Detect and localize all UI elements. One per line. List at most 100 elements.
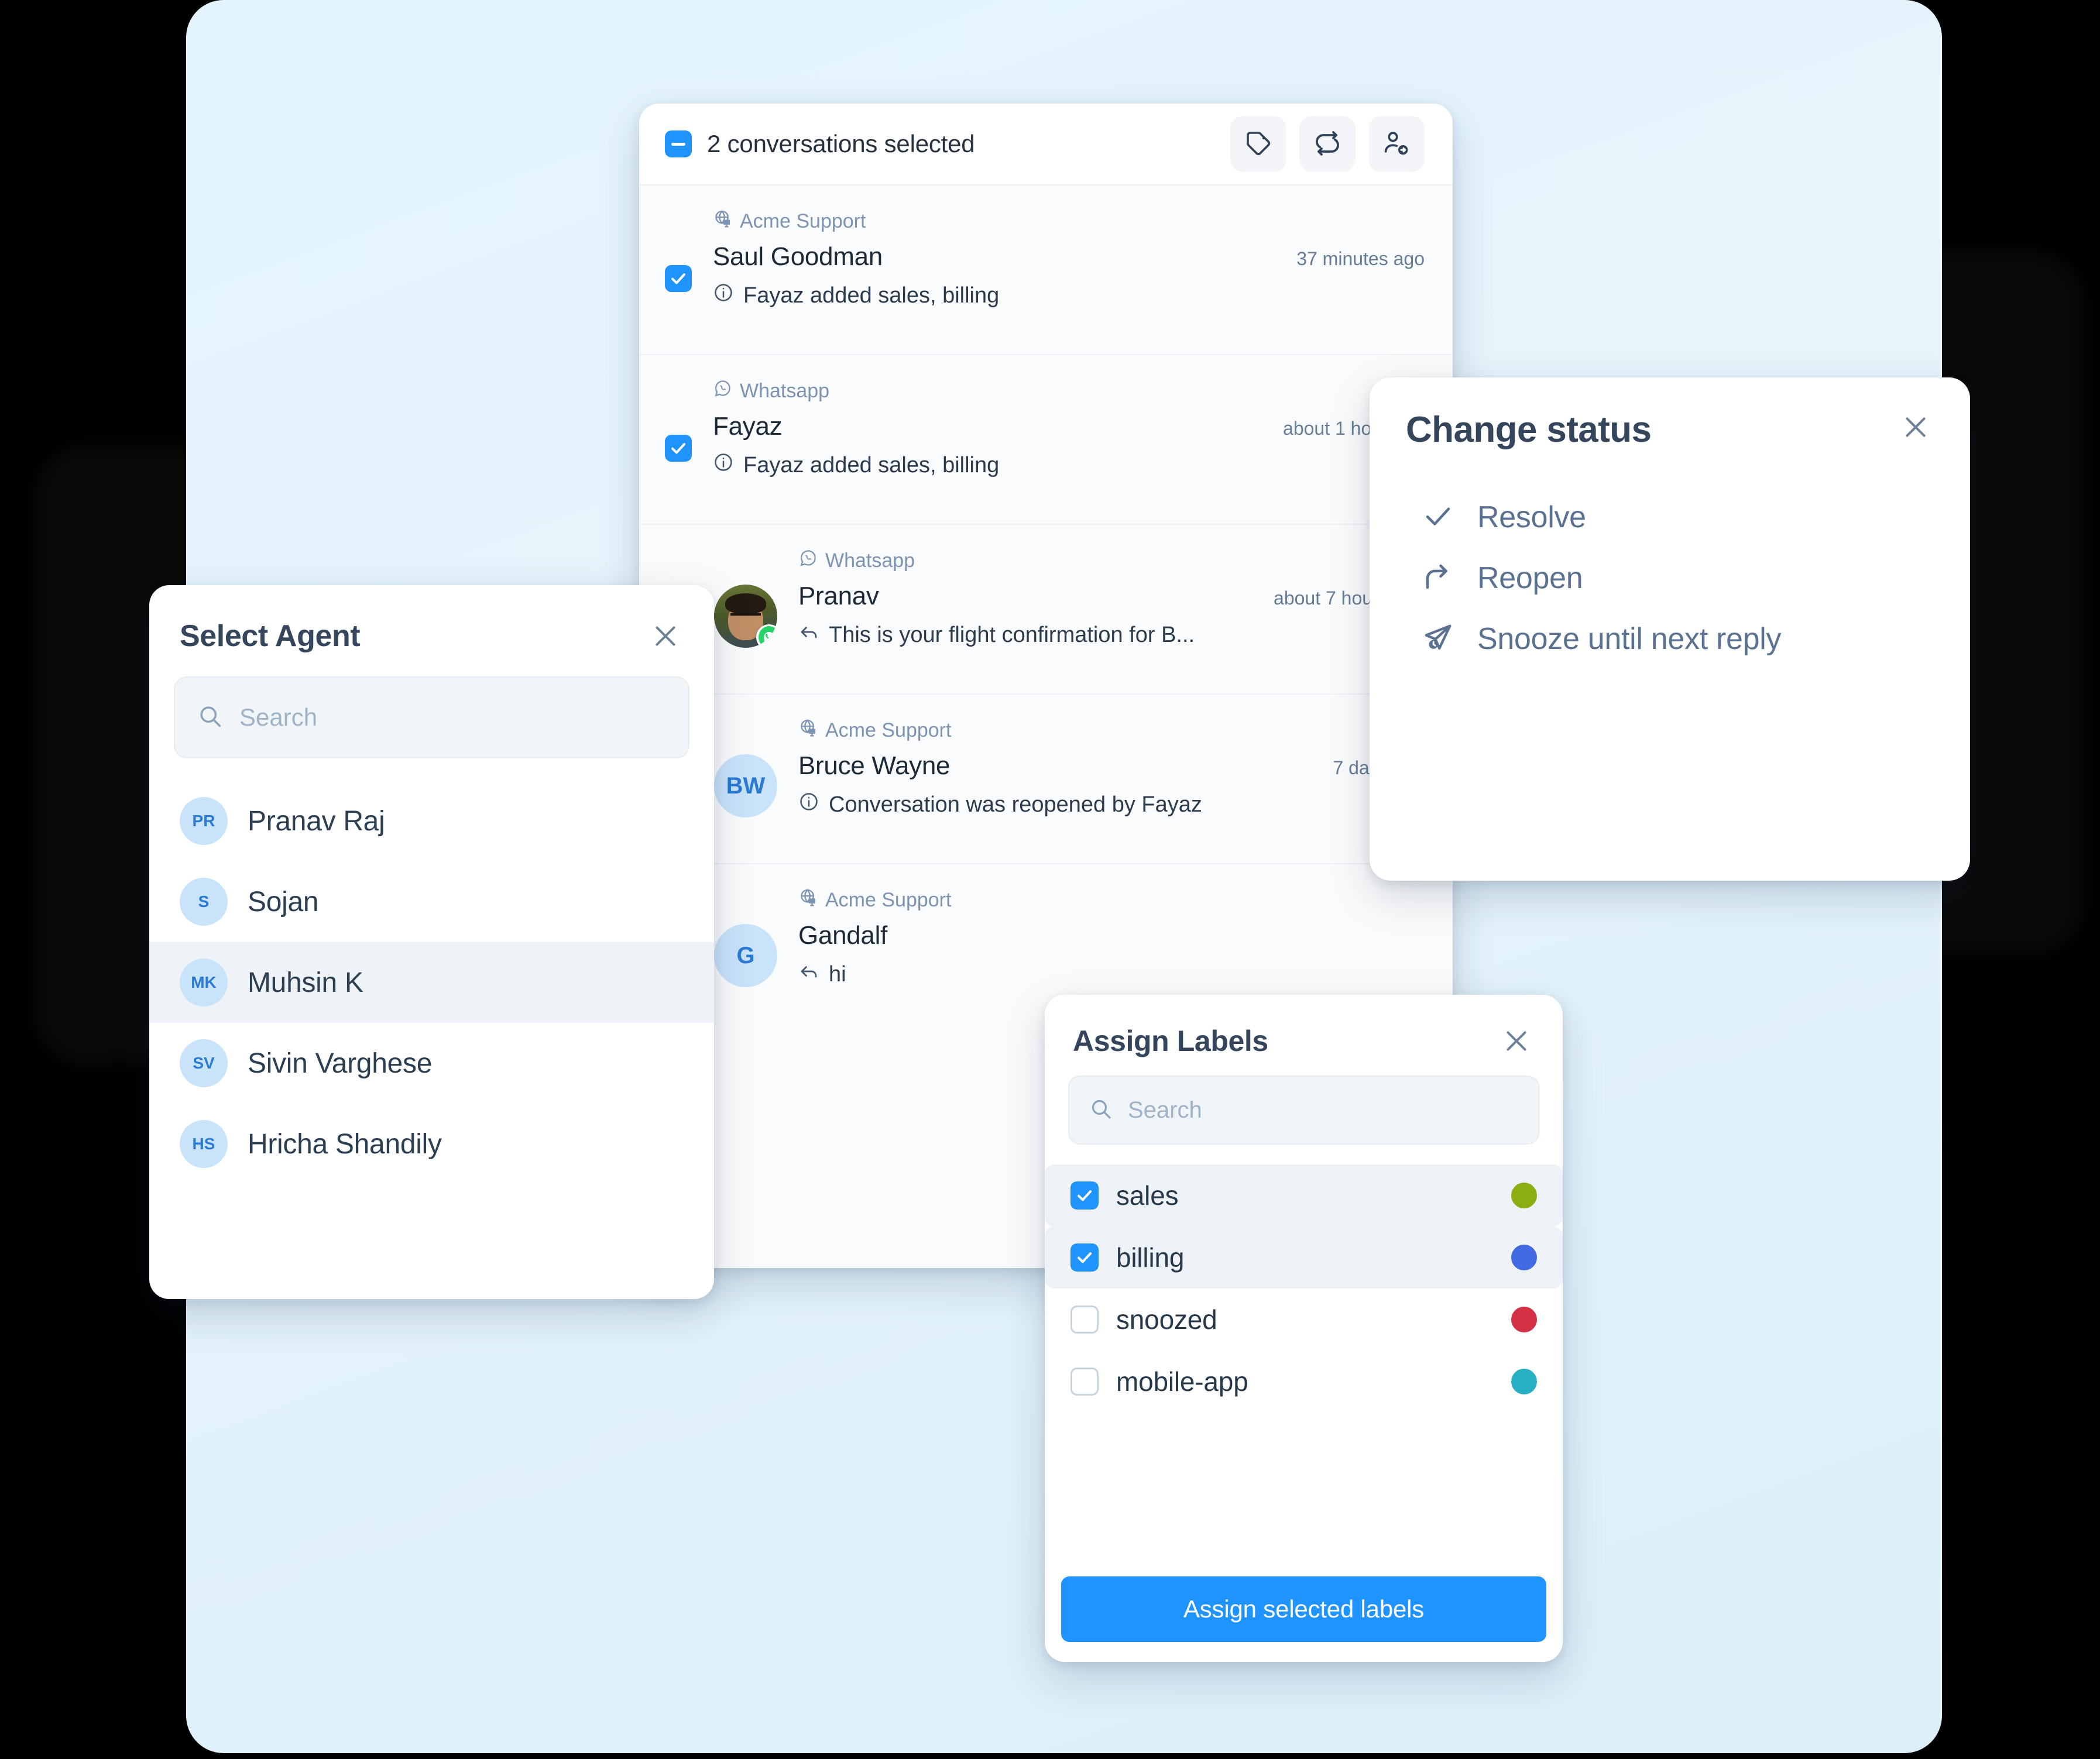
label-search-box[interactable] [1068,1076,1539,1145]
conversation-row[interactable]: Whatsapp Pranav about 7 hours ago This i… [639,525,1453,695]
label-checkbox[interactable] [1070,1305,1099,1334]
agent-list-item[interactable]: SV Sivin Varghese [149,1023,714,1104]
conversation-titleline: Fayaz about 1 hour ago [713,412,1425,441]
search-icon [1089,1097,1113,1124]
agent-list-item[interactable]: MK Muhsin K [149,942,714,1023]
preview-text: Conversation was reopened by Fayaz [829,792,1202,817]
agent-search-input[interactable] [239,703,666,731]
status-option-snooze[interactable]: Snooze until next reply [1406,609,1934,669]
label-list-item[interactable]: mobile-app [1045,1351,1563,1413]
agent-name: Sojan [248,886,319,918]
close-icon [1502,1031,1531,1057]
avatar: MK [180,958,228,1006]
avatar: S [180,878,228,926]
indeterminate-dash-icon [671,142,685,146]
label-name: snoozed [1116,1304,1217,1335]
panel-title: Select Agent [180,619,361,653]
label-list: sales billing snoozed mobile-app [1045,1164,1563,1413]
status-option-label: Reopen [1477,561,1583,595]
label-list-item[interactable]: snoozed [1045,1289,1563,1351]
conversation-preview: This is your flight confirmation for B..… [798,621,1425,648]
conversation-inbox: Whatsapp [798,548,1425,573]
contact-name: Gandalf [798,921,888,950]
status-option-resolve[interactable]: Resolve [1406,487,1934,548]
conversation-content: Acme Support Bruce Wayne 7 days ago Conv… [798,718,1425,840]
snooze-send-icon [1422,622,1454,657]
avatar-initials: BW [726,772,766,799]
close-button[interactable] [1498,1023,1535,1059]
agent-search-box[interactable] [174,676,689,758]
close-button[interactable] [1897,409,1934,445]
inbox-name: Acme Support [825,889,952,911]
preview-text: hi [829,961,846,987]
conversation-timestamp: 37 minutes ago [1296,248,1425,269]
preview-text: Fayaz added sales, billing [743,452,1000,477]
avatar-initials: G [736,942,755,968]
inbox-name: Acme Support [740,210,866,232]
label-checkbox[interactable] [1070,1368,1099,1396]
close-icon [651,626,680,652]
info-icon [713,452,734,479]
label-color-dot [1511,1183,1537,1208]
status-option-label: Snooze until next reply [1477,622,1782,656]
conversation-checkbox[interactable] [665,435,692,462]
info-icon [798,791,819,818]
reopen-icon [1313,129,1341,159]
agent-name: Muhsin K [248,967,363,998]
label-search-input[interactable] [1128,1097,1518,1124]
conversation-preview: Fayaz added sales, billing [713,452,1425,479]
label-list-item[interactable]: billing [1045,1227,1563,1289]
avatar: BW [714,754,777,817]
whatsapp-icon [713,379,733,404]
conversation-content: Whatsapp Fayaz about 1 hour ago Fayaz ad… [713,379,1425,500]
whatsapp-icon [798,548,818,573]
agent-list-item[interactable]: PR Pranav Raj [149,781,714,861]
avatar: PR [180,797,228,845]
conversation-inbox: Acme Support [713,209,1425,234]
assign-labels-button[interactable] [1230,116,1286,172]
dialog-title: Change status [1406,410,1652,450]
label-checkbox[interactable] [1070,1243,1099,1272]
conversation-preview: Conversation was reopened by Fayaz [798,791,1425,818]
conversation-row[interactable]: BW Acme Support Bruce Wayne 7 days Conve… [639,695,1453,864]
status-option-reopen[interactable]: Reopen [1406,548,1934,609]
check-icon [1422,500,1454,535]
conversation-row[interactable]: Whatsapp Fayaz about 1 hour ago Fayaz ad… [639,355,1453,525]
close-icon [1901,417,1930,444]
conversation-row[interactable]: Acme Support Saul Goodman 37 minutes ago… [639,185,1453,355]
contact-name: Fayaz [713,412,783,441]
change-status-button[interactable] [1299,116,1356,172]
avatar-glasses [730,613,761,619]
inbox-name: Whatsapp [740,380,830,402]
avatar: SV [180,1039,228,1087]
selection-count-label: 2 conversations selected [707,130,975,157]
preview-text: This is your flight confirmation for B..… [829,622,1195,647]
check-icon [671,273,685,284]
agent-name: Pranav Raj [248,805,385,837]
contact-name: Pranav [798,582,879,610]
conversation-titleline: Gandalf [798,921,1425,950]
info-icon [713,282,734,309]
check-icon [1078,1190,1092,1201]
label-checkbox[interactable] [1070,1181,1099,1210]
assign-agent-icon [1382,129,1411,159]
conversation-checkbox[interactable] [665,265,692,292]
avatar [714,585,777,648]
close-button[interactable] [647,618,684,654]
select-all-checkbox[interactable] [665,130,692,157]
assign-selected-labels-button[interactable]: Assign selected labels [1061,1576,1546,1642]
conversation-inbox: Whatsapp [713,379,1425,404]
reply-icon [798,621,819,648]
conversation-content: Whatsapp Pranav about 7 hours ago This i… [798,548,1425,670]
label-list-item[interactable]: sales [1045,1164,1563,1227]
globe-desktop-icon [798,888,818,913]
reopen-arrow-icon [1422,561,1454,596]
assign-agent-button[interactable] [1368,116,1425,172]
select-agent-panel: Select Agent PR Pranav Raj [149,585,714,1299]
label-name: mobile-app [1116,1366,1248,1397]
agent-list-item[interactable]: S Sojan [149,861,714,942]
agent-list-item[interactable]: HS Hricha Shandily [149,1104,714,1184]
inbox-name: Whatsapp [825,549,915,572]
tag-icon [1244,129,1272,159]
change-status-dialog: Change status Resolve Reopen Snooze unti… [1370,377,1970,881]
